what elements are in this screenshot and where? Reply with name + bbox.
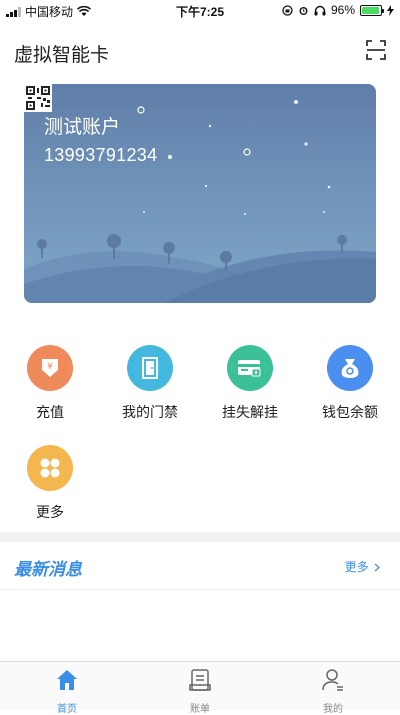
news-section: 最新消息 更多 [0,542,400,590]
alarm-icon [299,6,308,15]
card-account-name: 测试账户 [44,117,121,138]
tab-home[interactable]: 首页 [0,662,134,715]
tab-home-label: 首页 [57,704,77,715]
tab-bar: 首页 账单 我的 [0,661,400,715]
recharge-button[interactable]: ¥ 充值 [0,345,100,422]
smart-card[interactable]: 测试账户 13993791234 [24,84,376,303]
recharge-icon: ¥ [27,345,73,391]
wallet-balance-label: 钱包余额 [322,404,378,420]
more-grid-icon [27,445,73,491]
more-button[interactable]: 更多 [0,445,100,522]
status-right: 96% [282,3,394,17]
news-more-link[interactable]: 更多 [345,558,380,575]
app-header: 虚拟智能卡 [0,20,400,78]
battery-icon [360,4,384,16]
bill-icon [189,669,211,691]
tab-profile-label: 我的 [323,704,343,715]
qrcode-icon[interactable] [24,84,52,112]
recharge-label: 充值 [36,404,64,420]
news-title: 最新消息 [14,560,82,579]
report-loss-label: 挂失解挂 [222,404,278,420]
battery-percent: 96% [330,3,355,17]
section-divider [0,532,400,542]
tab-profile[interactable]: 我的 [266,662,400,715]
my-door-label: 我的门禁 [122,404,178,420]
report-loss-button[interactable]: 挂失解挂 [200,345,300,422]
home-icon [57,670,77,690]
tab-bill-label: 账单 [190,704,210,715]
my-door-button[interactable]: 我的门禁 [100,345,200,422]
headphones-icon [314,5,326,15]
card-phone-number: 13993791234 [44,145,158,165]
tab-bill[interactable]: 账单 [133,662,267,715]
status-bar: 中国移动 下午7:25 96% [0,0,400,20]
svg-text:¥: ¥ [47,362,53,372]
more-label: 更多 [36,504,64,520]
wallet-icon [327,345,373,391]
card-lock-icon [227,345,273,391]
profile-icon [322,669,343,691]
scan-icon[interactable] [366,40,386,60]
news-more-label: 更多 [344,560,369,574]
door-icon [127,345,173,391]
chevron-right-icon [374,563,380,572]
charging-icon [387,4,394,16]
lock-rotation-icon [282,4,293,16]
page-title: 虚拟智能卡 [14,45,110,66]
wallet-balance-button[interactable]: 钱包余额 [300,345,400,422]
